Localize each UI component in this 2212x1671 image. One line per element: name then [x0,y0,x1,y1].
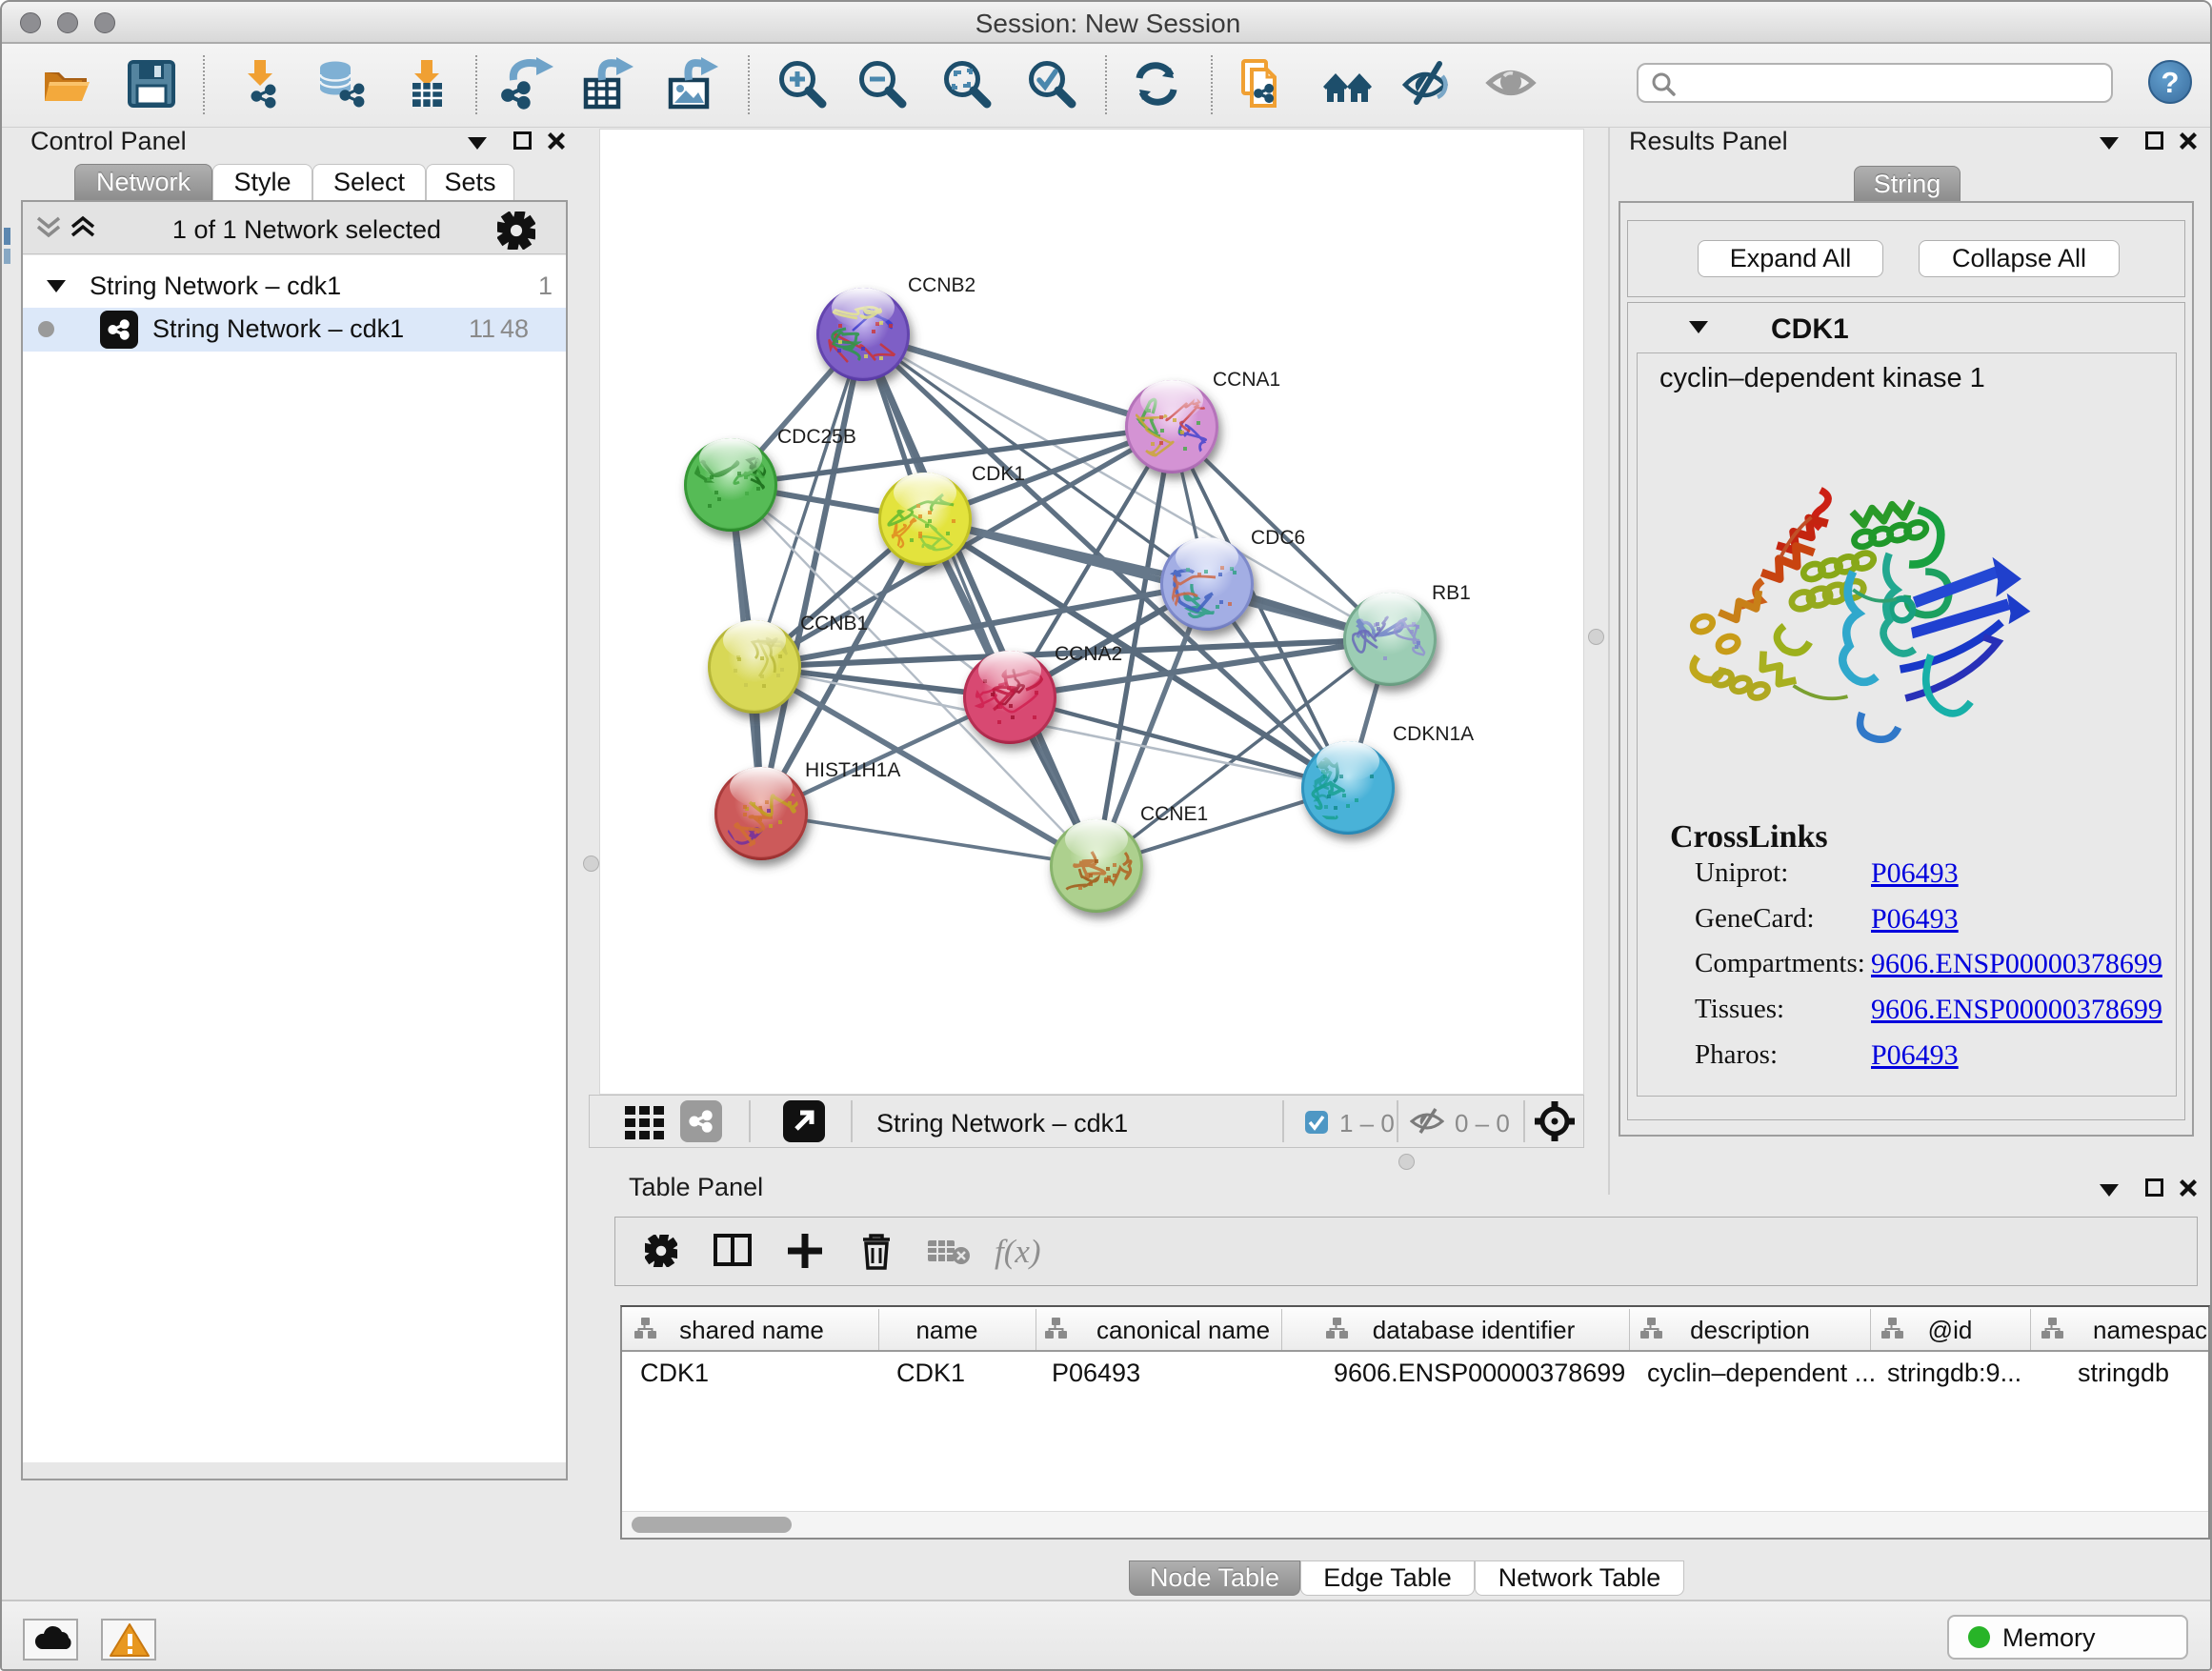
svg-text:CDKN1A: CDKN1A [1393,723,1474,745]
svg-text:CCNB1: CCNB1 [800,613,868,634]
svg-text:CCNB2: CCNB2 [908,274,975,296]
svg-text:HIST1H1A: HIST1H1A [805,759,900,781]
svg-text:CCNA2: CCNA2 [1055,643,1122,665]
svg-text:CDC25B: CDC25B [777,426,856,448]
svg-text:CDK1: CDK1 [972,463,1025,485]
svg-text:CCNA1: CCNA1 [1213,369,1280,391]
svg-text:CCNE1: CCNE1 [1140,803,1208,825]
svg-text:RB1: RB1 [1432,582,1471,604]
svg-text:CDC6: CDC6 [1251,527,1305,549]
